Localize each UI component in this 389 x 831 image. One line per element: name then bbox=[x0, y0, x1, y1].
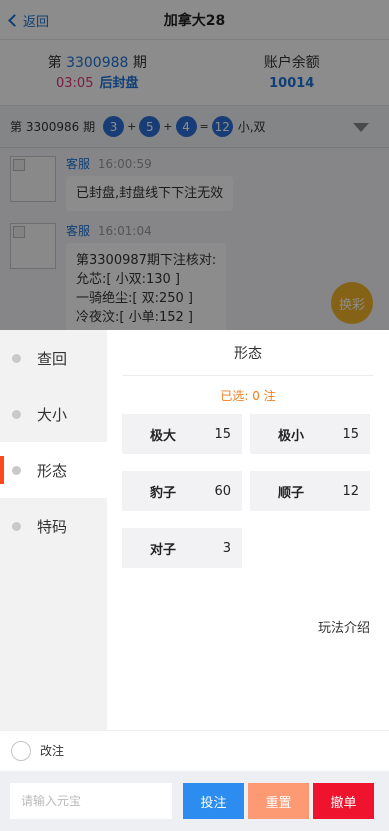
dot-icon bbox=[12, 465, 21, 475]
option-odds: 15 bbox=[342, 426, 359, 442]
option-odds: 3 bbox=[222, 540, 231, 556]
cancel-bet-button[interactable]: 撤单 bbox=[313, 783, 374, 819]
option-odds: 15 bbox=[214, 426, 231, 442]
play-content: 形态 已选: 0 注 极大 15 极小 15 豹子 60 顺子 12 对子 3 bbox=[107, 330, 389, 730]
overlay-mask[interactable] bbox=[0, 0, 389, 330]
bet-sheet: 查回 大小 形态 特码 形态 已选: 0 注 极大 15 极小 15 豹子 60… bbox=[0, 330, 389, 831]
chase-radio[interactable] bbox=[11, 740, 31, 761]
bet-options: 极大 15 极小 15 豹子 60 顺子 12 对子 3 bbox=[107, 414, 389, 585]
bet-footer: 投注 重置 撤单 bbox=[0, 771, 389, 831]
sidebar-item-label: 形态 bbox=[37, 461, 68, 480]
reset-button[interactable]: 重置 bbox=[248, 783, 309, 819]
bet-option-jida[interactable]: 极大 15 bbox=[122, 414, 242, 454]
option-odds: 12 bbox=[342, 483, 359, 499]
dot-icon bbox=[12, 409, 21, 419]
dot-icon bbox=[12, 353, 21, 363]
section-title: 形态 bbox=[122, 330, 374, 376]
amount-input[interactable] bbox=[10, 783, 172, 819]
bet-option-jixiao[interactable]: 极小 15 bbox=[250, 414, 370, 454]
chase-label: 改注 bbox=[40, 744, 65, 758]
sidebar-item-label: 特码 bbox=[37, 517, 68, 536]
chase-row: 改注 bbox=[0, 730, 389, 770]
dot-icon bbox=[12, 521, 21, 531]
option-name: 顺子 bbox=[278, 485, 305, 501]
sidebar-item-chahui[interactable]: 查回 bbox=[0, 330, 107, 386]
sidebar-item-label: 大小 bbox=[37, 405, 68, 424]
option-name: 豹子 bbox=[150, 485, 177, 501]
sidebar-item-xingtai[interactable]: 形态 bbox=[0, 442, 107, 498]
bet-option-baozi[interactable]: 豹子 60 bbox=[122, 471, 242, 511]
bet-button[interactable]: 投注 bbox=[183, 783, 244, 819]
play-type-sidebar: 查回 大小 形态 特码 bbox=[0, 330, 107, 730]
option-name: 极小 bbox=[278, 428, 305, 444]
sidebar-item-daxiao[interactable]: 大小 bbox=[0, 386, 107, 442]
selected-count: 已选: 0 注 bbox=[220, 388, 276, 403]
option-name: 对子 bbox=[150, 542, 177, 558]
sidebar-item-tema[interactable]: 特码 bbox=[0, 498, 107, 554]
bet-option-shunzi[interactable]: 顺子 12 bbox=[250, 471, 370, 511]
option-name: 极大 bbox=[150, 428, 177, 444]
bet-option-duizi[interactable]: 对子 3 bbox=[122, 528, 242, 568]
sidebar-item-label: 查回 bbox=[37, 349, 68, 368]
option-odds: 60 bbox=[214, 483, 231, 499]
rules-link[interactable]: 玩法介绍 bbox=[318, 617, 370, 636]
